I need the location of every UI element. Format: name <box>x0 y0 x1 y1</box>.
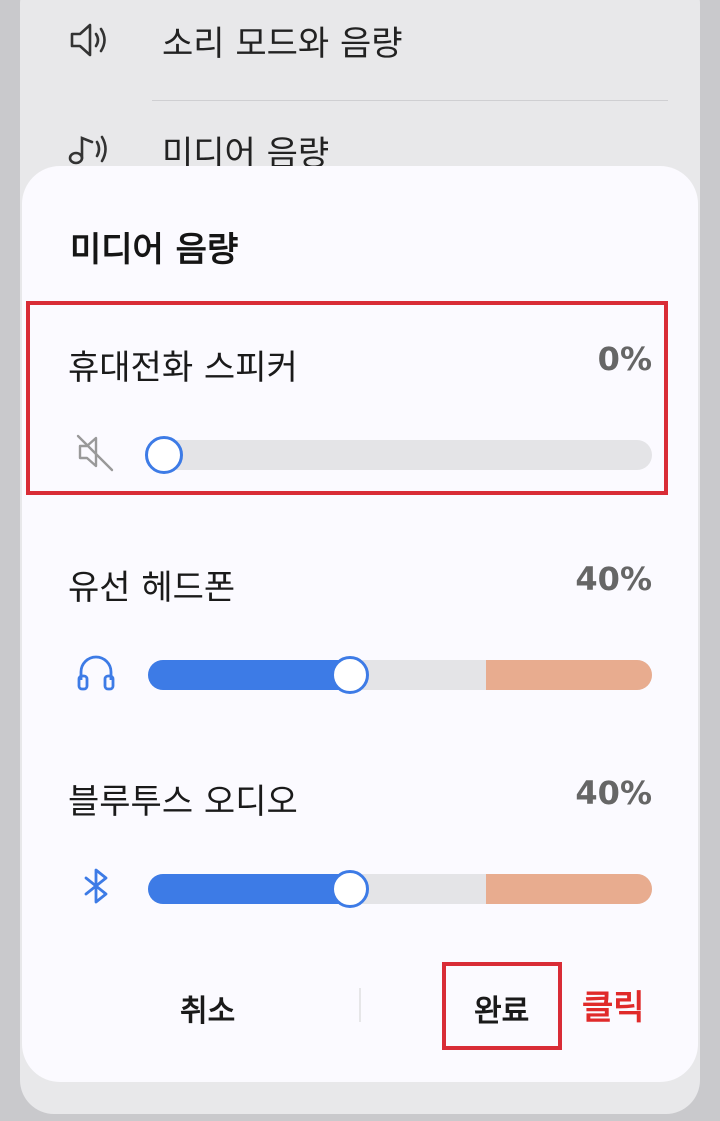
volume-slider-track[interactable] <box>148 660 652 690</box>
settings-row-label: 소리 모드와 음량 <box>162 23 403 64</box>
speaker-icon <box>70 23 106 57</box>
volume-warning-zone <box>485 660 652 690</box>
volume-label: 유선 헤드폰 <box>68 568 236 608</box>
divider <box>152 100 668 101</box>
click-annotation: 클릭 <box>582 988 645 1028</box>
headphones-icon <box>77 655 115 691</box>
volume-slider-fill <box>148 874 350 904</box>
bluetooth-icon <box>84 868 108 904</box>
settings-row-media-volume[interactable]: 미디어 음량 <box>66 130 329 174</box>
highlight-box-done-button <box>442 962 562 1050</box>
dialog-title: 미디어 음량 <box>70 230 239 270</box>
cancel-button[interactable]: 취소 <box>180 986 235 1030</box>
volume-warning-zone <box>485 874 652 904</box>
volume-percent: 40% <box>575 560 652 598</box>
volume-slider-thumb[interactable] <box>330 656 369 694</box>
volume-percent: 40% <box>575 774 652 812</box>
music-note-icon <box>68 135 107 165</box>
settings-row-sound-mode[interactable]: 소리 모드와 음량 <box>66 20 403 64</box>
volume-section-wired-headphones: 유선 헤드폰 40% <box>22 522 698 722</box>
button-separator <box>359 988 361 1022</box>
volume-slider-fill <box>148 660 350 690</box>
volume-section-bluetooth-audio: 블루투스 오디오 40% <box>22 736 698 936</box>
highlight-box-phone-speaker <box>26 301 668 495</box>
volume-slider-thumb[interactable] <box>330 870 369 908</box>
volume-label: 블루투스 오디오 <box>68 782 298 822</box>
volume-slider-track[interactable] <box>148 874 652 904</box>
